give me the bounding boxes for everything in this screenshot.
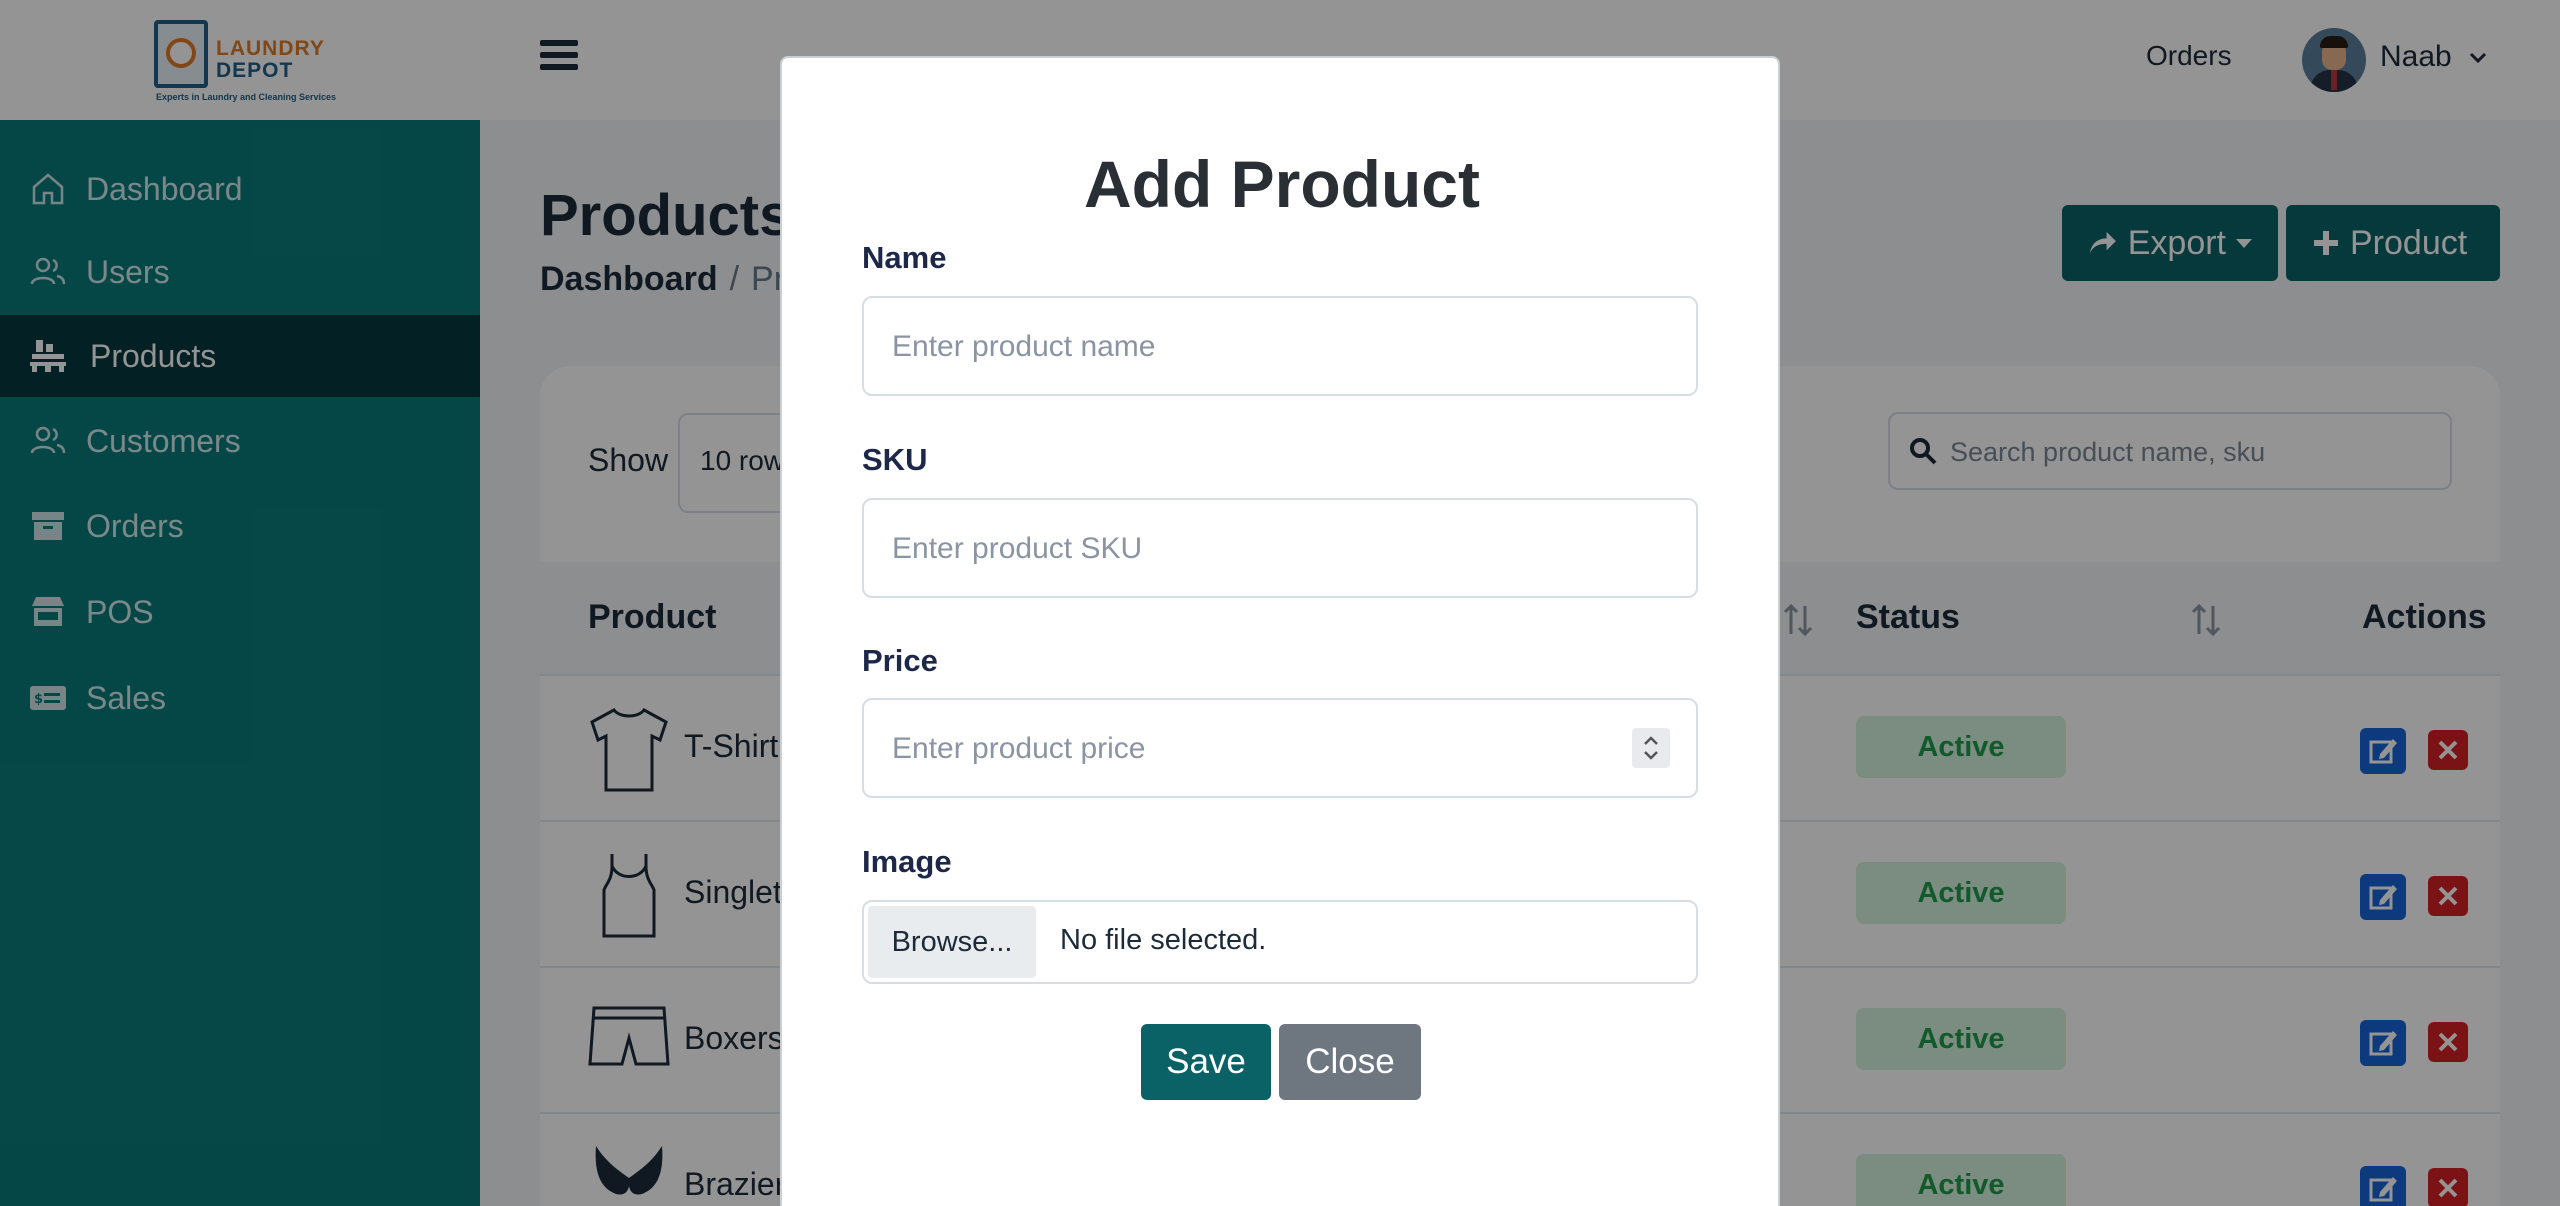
modal-title: Add Product — [1084, 147, 1480, 221]
sku-input[interactable] — [892, 524, 1652, 574]
save-button[interactable]: Save — [1141, 1024, 1271, 1100]
sku-field[interactable] — [862, 498, 1698, 598]
image-label: Image — [862, 844, 952, 879]
browse-button[interactable]: Browse... — [868, 906, 1036, 978]
stepper-arrows-icon — [1644, 736, 1658, 760]
add-product-modal: Add Product Name SKU Price Image Browse.… — [780, 56, 1780, 1206]
sku-label: SKU — [862, 442, 928, 477]
file-status-text: No file selected. — [1060, 924, 1267, 956]
number-stepper[interactable] — [1632, 728, 1670, 768]
name-input[interactable] — [892, 322, 1652, 372]
price-label: Price — [862, 643, 938, 678]
price-field[interactable] — [862, 698, 1698, 798]
close-button[interactable]: Close — [1279, 1024, 1421, 1100]
name-field[interactable] — [862, 296, 1698, 396]
price-input[interactable] — [892, 724, 1612, 774]
image-file-input[interactable]: Browse... No file selected. — [862, 900, 1698, 984]
name-label: Name — [862, 240, 947, 275]
